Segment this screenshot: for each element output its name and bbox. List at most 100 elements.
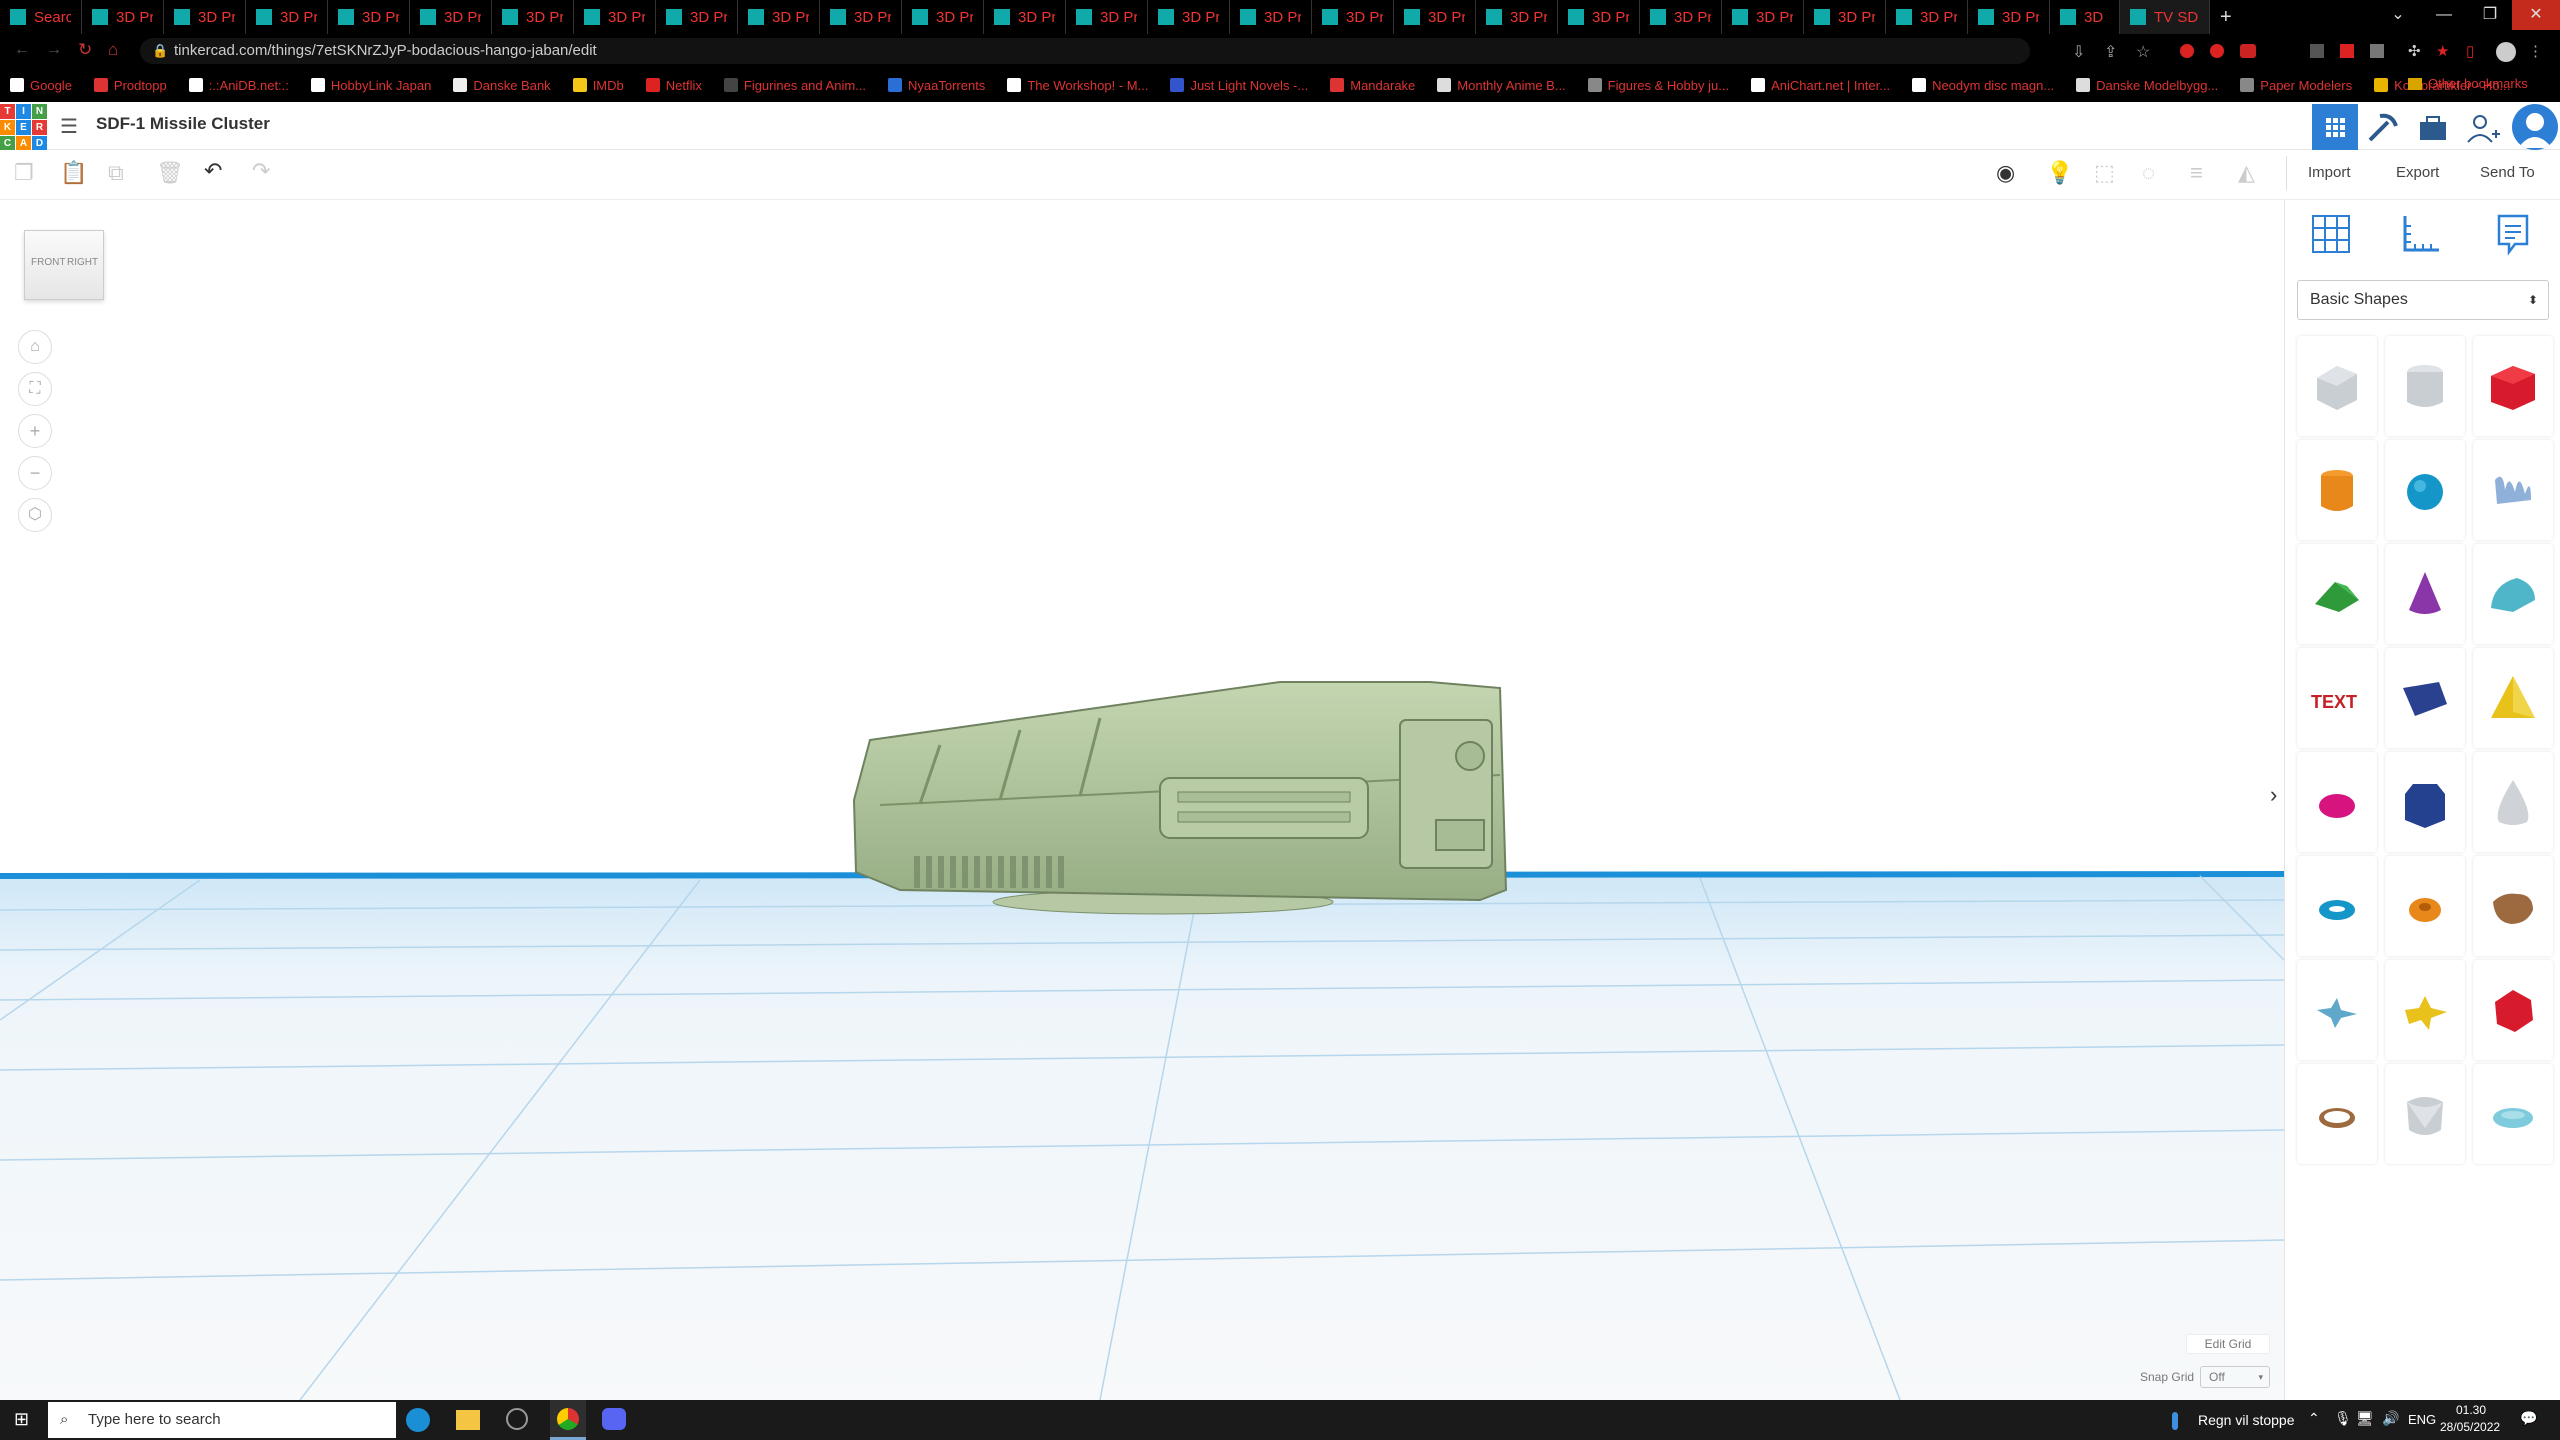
browser-tab[interactable]: 3D Prin xyxy=(82,0,164,34)
extension-icon[interactable]: ★ xyxy=(2436,42,2449,60)
shape-item[interactable] xyxy=(2297,752,2377,852)
browser-tab[interactable]: 3D Prin xyxy=(820,0,902,34)
clock-date[interactable]: 28/05/2022 xyxy=(2440,1420,2500,1434)
bookmark-item[interactable]: Neodym disc magn... xyxy=(1912,78,2054,93)
bookmark-item[interactable]: Danske Bank xyxy=(453,78,551,93)
shape-item[interactable]: TEXT xyxy=(2297,648,2377,748)
duplicate-icon[interactable]: ⧉ xyxy=(108,160,124,186)
copy-icon[interactable]: ❐ xyxy=(14,160,34,186)
bookmark-item[interactable]: Mandarake xyxy=(1330,78,1415,93)
minimize-button[interactable]: — xyxy=(2420,0,2468,30)
weather-text[interactable]: Regn vil stoppe xyxy=(2198,1412,2295,1428)
browser-tab[interactable]: 3D Prin xyxy=(164,0,246,34)
shape-item[interactable] xyxy=(2385,960,2465,1060)
install-icon[interactable]: ⇩ xyxy=(2072,42,2085,62)
import-button[interactable]: Import xyxy=(2308,164,2351,181)
browser-tab[interactable]: 3D Prin xyxy=(1968,0,2050,34)
extension-icon[interactable] xyxy=(2340,44,2354,58)
zoom-in-button[interactable]: + xyxy=(18,414,52,448)
redo-icon[interactable]: ↷ xyxy=(252,158,270,184)
browser-tab[interactable]: 3D Prin xyxy=(1476,0,1558,34)
browser-tab[interactable]: 3D Prin xyxy=(738,0,820,34)
shape-item[interactable] xyxy=(2473,856,2553,956)
shape-item[interactable] xyxy=(2473,960,2553,1060)
ruler-tool-button[interactable] xyxy=(2399,212,2443,256)
send-to-button[interactable]: Send To xyxy=(2480,164,2535,181)
share-icon[interactable]: ⇪ xyxy=(2104,42,2117,62)
home-icon[interactable]: ⌂ xyxy=(108,40,118,60)
browser-tab[interactable]: 3D xyxy=(2050,0,2120,34)
bookmark-item[interactable]: :.:AniDB.net:.: xyxy=(188,78,289,93)
steam-icon[interactable] xyxy=(506,1408,528,1430)
puzzle-icon[interactable]: ✣ xyxy=(2408,42,2421,60)
browser-tab[interactable]: 3D Prin xyxy=(574,0,656,34)
close-window-button[interactable]: ✕ xyxy=(2512,0,2560,30)
shape-item[interactable] xyxy=(2385,1064,2465,1164)
input-language[interactable]: ENG xyxy=(2408,1412,2436,1427)
browser-tab[interactable]: 3D Prin xyxy=(656,0,738,34)
sidepanel-icon[interactable]: ▯ xyxy=(2466,42,2474,60)
workplane-tool-button[interactable] xyxy=(2309,212,2353,256)
tray-overflow-icon[interactable]: ⌃ xyxy=(2308,1410,2320,1427)
notes-tool-icon[interactable]: ◉ xyxy=(1996,160,2015,186)
group-icon[interactable]: ⬚ xyxy=(2094,160,2115,186)
windows-start-icon[interactable]: ⊞ xyxy=(14,1409,29,1430)
new-tab-button[interactable]: + xyxy=(2210,0,2242,34)
extension-icon[interactable] xyxy=(2180,44,2194,58)
bookmark-item[interactable]: NyaaTorrents xyxy=(888,78,985,93)
volume-icon[interactable]: 🔊 xyxy=(2382,1410,2399,1427)
workplane-viewport[interactable]: FRONT RIGHT ⌂ ⛶ + − ⬡ › Edit Grid Snap G… xyxy=(0,200,2284,1400)
notes-tool-button[interactable] xyxy=(2491,212,2535,256)
discord-icon[interactable] xyxy=(602,1408,626,1430)
shape-item[interactable] xyxy=(2473,752,2553,852)
shape-item[interactable] xyxy=(2385,336,2465,436)
profile-avatar[interactable] xyxy=(2496,42,2516,62)
bookmark-item[interactable]: Figures & Hobby ju... xyxy=(1587,78,1729,93)
bookmark-item[interactable]: Danske Modelbygg... xyxy=(2076,78,2218,93)
browser-tab[interactable]: 3D Prin xyxy=(410,0,492,34)
view-cube-front[interactable]: FRONT xyxy=(31,257,65,268)
browser-tab[interactable]: Search xyxy=(0,0,82,34)
extension-icon[interactable] xyxy=(2210,44,2224,58)
taskbar-search[interactable]: ⌕ Type here to search xyxy=(48,1402,396,1438)
shape-item[interactable] xyxy=(2297,960,2377,1060)
bookmark-item[interactable]: Prodtopp xyxy=(93,78,167,93)
ungroup-icon[interactable]: ◌ xyxy=(2142,160,2155,186)
view-cube-right[interactable]: RIGHT xyxy=(67,257,98,268)
fit-view-button[interactable]: ⛶ xyxy=(18,372,52,406)
chrome-taskbar-button[interactable] xyxy=(550,1400,586,1440)
browser-tab[interactable]: 3D Prin xyxy=(1558,0,1640,34)
file-explorer-icon[interactable] xyxy=(456,1410,480,1430)
align-icon[interactable]: ≡ xyxy=(2190,160,2203,186)
design-menu-icon[interactable]: ☰ xyxy=(60,114,78,139)
browser-tab[interactable]: 3D Prin xyxy=(1722,0,1804,34)
edit-grid-button[interactable]: Edit Grid xyxy=(2186,1334,2270,1354)
lightbulb-icon[interactable]: 💡 xyxy=(2046,160,2073,186)
browser-tab[interactable]: 3D Prin xyxy=(902,0,984,34)
browser-tab[interactable]: 3D Prin xyxy=(1066,0,1148,34)
address-bar[interactable]: 🔒 tinkercad.com/things/7etSKNrZJyP-bodac… xyxy=(140,38,2030,64)
codeblocks-button[interactable] xyxy=(2362,108,2402,148)
design-title[interactable]: SDF-1 Missile Cluster xyxy=(96,114,270,134)
shape-item[interactable] xyxy=(2297,1064,2377,1164)
perspective-button[interactable]: ⬡ xyxy=(18,498,52,532)
shape-item[interactable] xyxy=(2385,648,2465,748)
browser-tab[interactable]: TV SDF xyxy=(2120,0,2210,34)
view-cube[interactable]: FRONT RIGHT xyxy=(24,230,104,300)
bookmark-item[interactable]: Google xyxy=(10,78,72,93)
bookmark-item[interactable]: Figurines and Anim... xyxy=(723,78,866,93)
shape-item[interactable] xyxy=(2385,440,2465,540)
home-view-button[interactable]: ⌂ xyxy=(18,330,52,364)
back-icon[interactable]: ← xyxy=(14,41,30,59)
zoom-out-button[interactable]: − xyxy=(18,456,52,490)
shape-item[interactable] xyxy=(2473,1064,2553,1164)
tab-search-dropdown-icon[interactable]: ⌄ xyxy=(2374,0,2422,30)
lessons-button[interactable] xyxy=(2412,108,2452,148)
network-icon[interactable]: 🖥 xyxy=(2356,1410,2374,1427)
browser-tab[interactable]: 3D Prin xyxy=(1804,0,1886,34)
view-3d-button[interactable] xyxy=(2312,104,2358,150)
bookmark-item[interactable]: IMDb xyxy=(572,78,624,93)
add-user-button[interactable] xyxy=(2462,108,2502,148)
browser-tab[interactable]: 3D Prin xyxy=(246,0,328,34)
tinkercad-logo[interactable]: TIN KER CAD xyxy=(0,104,47,151)
